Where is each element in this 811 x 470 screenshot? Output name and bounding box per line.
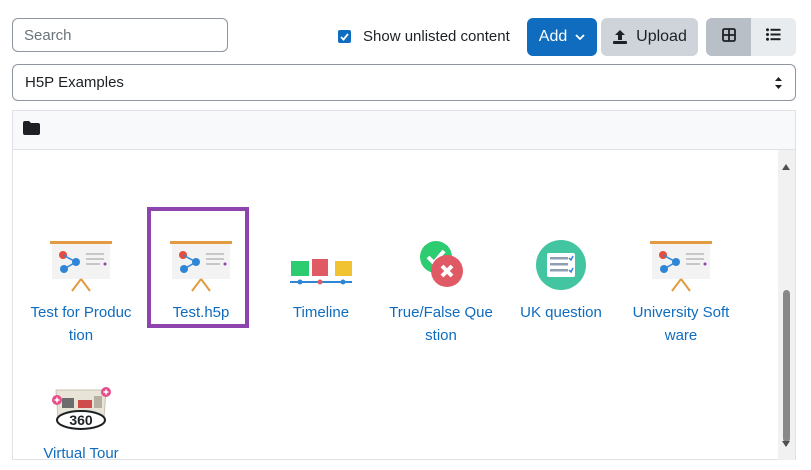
scroll-down-icon[interactable] xyxy=(782,434,790,452)
chevron-down-icon xyxy=(575,34,585,40)
file-name: University Soft ware xyxy=(632,304,730,344)
show-unlisted-checkbox[interactable] xyxy=(338,30,351,43)
upload-button[interactable]: Upload xyxy=(601,18,698,56)
file-name: True/False Que stion xyxy=(389,304,493,344)
show-unlisted-toggle[interactable]: Show unlisted content xyxy=(338,28,510,45)
repository-select-value: H5P Examples xyxy=(25,74,124,91)
select-arrows-icon xyxy=(774,75,783,95)
file-name: Timeline xyxy=(292,304,350,321)
list-icon xyxy=(766,28,781,46)
svg-text:360: 360 xyxy=(69,412,93,428)
file-name: Test for Produc tion xyxy=(30,304,132,344)
timeline-icon xyxy=(261,217,381,293)
file-item[interactable]: Test for Produc tion xyxy=(21,217,141,347)
vertical-scrollbar[interactable] xyxy=(778,150,795,460)
file-item[interactable]: Test.h5p xyxy=(141,217,261,324)
upload-button-label: Upload xyxy=(636,28,687,45)
file-item[interactable]: True/False Que stion xyxy=(381,217,501,347)
file-item[interactable]: Timeline xyxy=(261,217,381,324)
file-grid: Test for Produc tion Test.h5p Timeline T… xyxy=(13,150,795,462)
list-view-button[interactable] xyxy=(751,18,796,56)
icon-view-button[interactable] xyxy=(706,18,751,56)
file-item[interactable]: 360 Virtual Tour xyxy=(21,358,141,465)
presentation-icon xyxy=(21,217,141,293)
file-item[interactable]: UK question xyxy=(501,217,621,324)
file-name: UK question xyxy=(520,304,602,321)
file-picker-panel: Test for Produc tion Test.h5p Timeline T… xyxy=(12,110,796,462)
presentation-icon xyxy=(141,217,261,293)
repository-select[interactable]: H5P Examples xyxy=(12,64,796,101)
virtual-tour-360-icon: 360 xyxy=(21,358,141,434)
upload-icon xyxy=(612,29,628,45)
breadcrumb xyxy=(13,111,795,150)
add-button[interactable]: Add xyxy=(527,18,597,56)
search-input[interactable] xyxy=(12,18,228,52)
show-unlisted-label: Show unlisted content xyxy=(363,28,510,45)
view-toggle-group xyxy=(706,18,796,56)
question-set-icon xyxy=(501,217,621,293)
file-name: Virtual Tour xyxy=(43,445,119,462)
scroll-up-icon[interactable] xyxy=(782,157,790,175)
grid-icon xyxy=(721,27,736,47)
scrollbar-thumb[interactable] xyxy=(783,290,790,442)
presentation-icon xyxy=(621,217,741,293)
add-button-label: Add xyxy=(538,28,568,45)
folder-icon[interactable] xyxy=(23,120,40,140)
file-name: Test.h5p xyxy=(172,304,230,321)
file-item[interactable]: University Soft ware xyxy=(621,217,741,347)
true-false-icon xyxy=(381,217,501,293)
